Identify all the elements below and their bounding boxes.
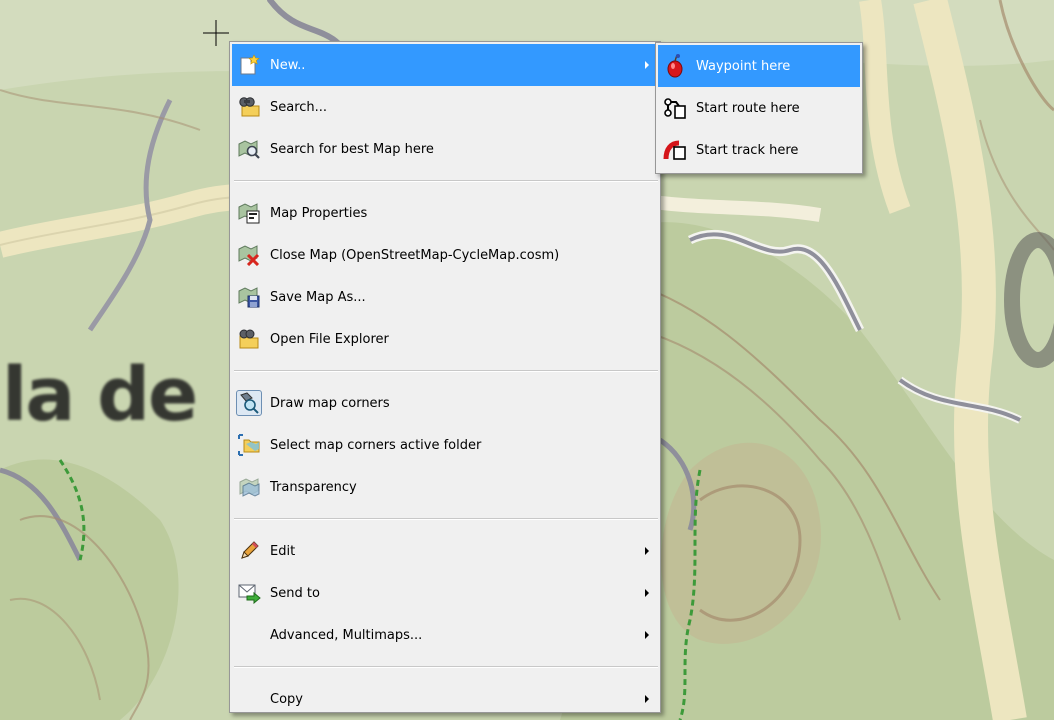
menu-item-label: Open File Explorer — [270, 331, 389, 347]
menu-item-label: New.. — [270, 57, 306, 73]
menu-item-search-best-map[interactable]: Search for best Map here — [232, 128, 658, 170]
menu-item-edit[interactable]: Edit — [232, 530, 658, 572]
menu-item-copy[interactable]: Copy — [232, 678, 658, 720]
draw-corners-icon — [236, 390, 262, 416]
submenu-item-start-route-here[interactable]: Start route here — [658, 87, 860, 129]
new-submenu: Waypoint here Start route here Start tra… — [655, 42, 863, 174]
save-map-icon — [236, 284, 262, 310]
track-icon — [662, 137, 688, 163]
map-context-menu: New.. Search... Search for best Map here… — [229, 41, 661, 713]
transparency-icon — [236, 474, 262, 500]
menu-item-label: Draw map corners — [270, 395, 390, 411]
menu-item-send-to[interactable]: Send to — [232, 572, 658, 614]
submenu-item-start-track-here[interactable]: Start track here — [658, 129, 860, 171]
submenu-arrow-icon — [645, 61, 649, 69]
menu-item-label: Save Map As... — [270, 289, 366, 305]
submenu-arrow-icon — [645, 547, 649, 555]
route-icon — [662, 95, 688, 121]
menu-item-close-map[interactable]: Close Map (OpenStreetMap-CycleMap.cosm) — [232, 234, 658, 276]
menu-separator — [234, 518, 658, 520]
menu-item-label: Edit — [270, 543, 296, 559]
search-folder-icon — [236, 94, 262, 120]
menu-item-save-map-as[interactable]: Save Map As... — [232, 276, 658, 318]
submenu-arrow-icon — [645, 695, 649, 703]
menu-item-label: Search... — [270, 99, 328, 115]
close-map-icon — [236, 242, 262, 268]
menu-item-label: Send to — [270, 585, 320, 601]
submenu-arrow-icon — [645, 589, 649, 597]
send-mail-icon — [236, 580, 262, 606]
submenu-arrow-icon — [645, 631, 649, 639]
submenu-item-waypoint-here[interactable]: Waypoint here — [658, 45, 860, 87]
menu-item-open-file-explorer[interactable]: Open File Explorer — [232, 318, 658, 360]
corners-folder-icon — [236, 432, 262, 458]
map-place-label: la de — [2, 352, 198, 438]
pencil-icon — [236, 538, 262, 564]
menu-item-label: Start track here — [696, 142, 799, 158]
menu-separator — [234, 666, 658, 668]
search-map-icon — [236, 136, 262, 162]
menu-item-label: Search for best Map here — [270, 141, 434, 157]
menu-item-label: Start route here — [696, 100, 800, 116]
map-properties-icon — [236, 200, 262, 226]
menu-separator — [234, 370, 658, 372]
open-folder-icon — [236, 326, 262, 352]
crosshair-cursor-icon — [203, 20, 229, 46]
menu-item-new[interactable]: New.. — [232, 44, 658, 86]
menu-item-draw-map-corners[interactable]: Draw map corners — [232, 382, 658, 424]
menu-item-label: Copy — [270, 691, 303, 707]
menu-item-label: Advanced, Multimaps... — [270, 627, 423, 643]
menu-item-label: Close Map (OpenStreetMap-CycleMap.cosm) — [270, 247, 560, 263]
menu-item-map-properties[interactable]: Map Properties — [232, 192, 658, 234]
waypoint-icon — [662, 53, 688, 79]
menu-item-label: Transparency — [270, 479, 357, 495]
menu-item-label: Waypoint here — [696, 58, 791, 74]
menu-item-label: Select map corners active folder — [270, 437, 482, 453]
menu-separator — [234, 180, 658, 182]
menu-item-transparency[interactable]: Transparency — [232, 466, 658, 508]
menu-item-advanced-multimaps[interactable]: Advanced, Multimaps... — [232, 614, 658, 656]
menu-item-select-corners-folder[interactable]: Select map corners active folder — [232, 424, 658, 466]
menu-item-label: Map Properties — [270, 205, 368, 221]
menu-item-search[interactable]: Search... — [232, 86, 658, 128]
new-item-icon — [236, 52, 262, 78]
